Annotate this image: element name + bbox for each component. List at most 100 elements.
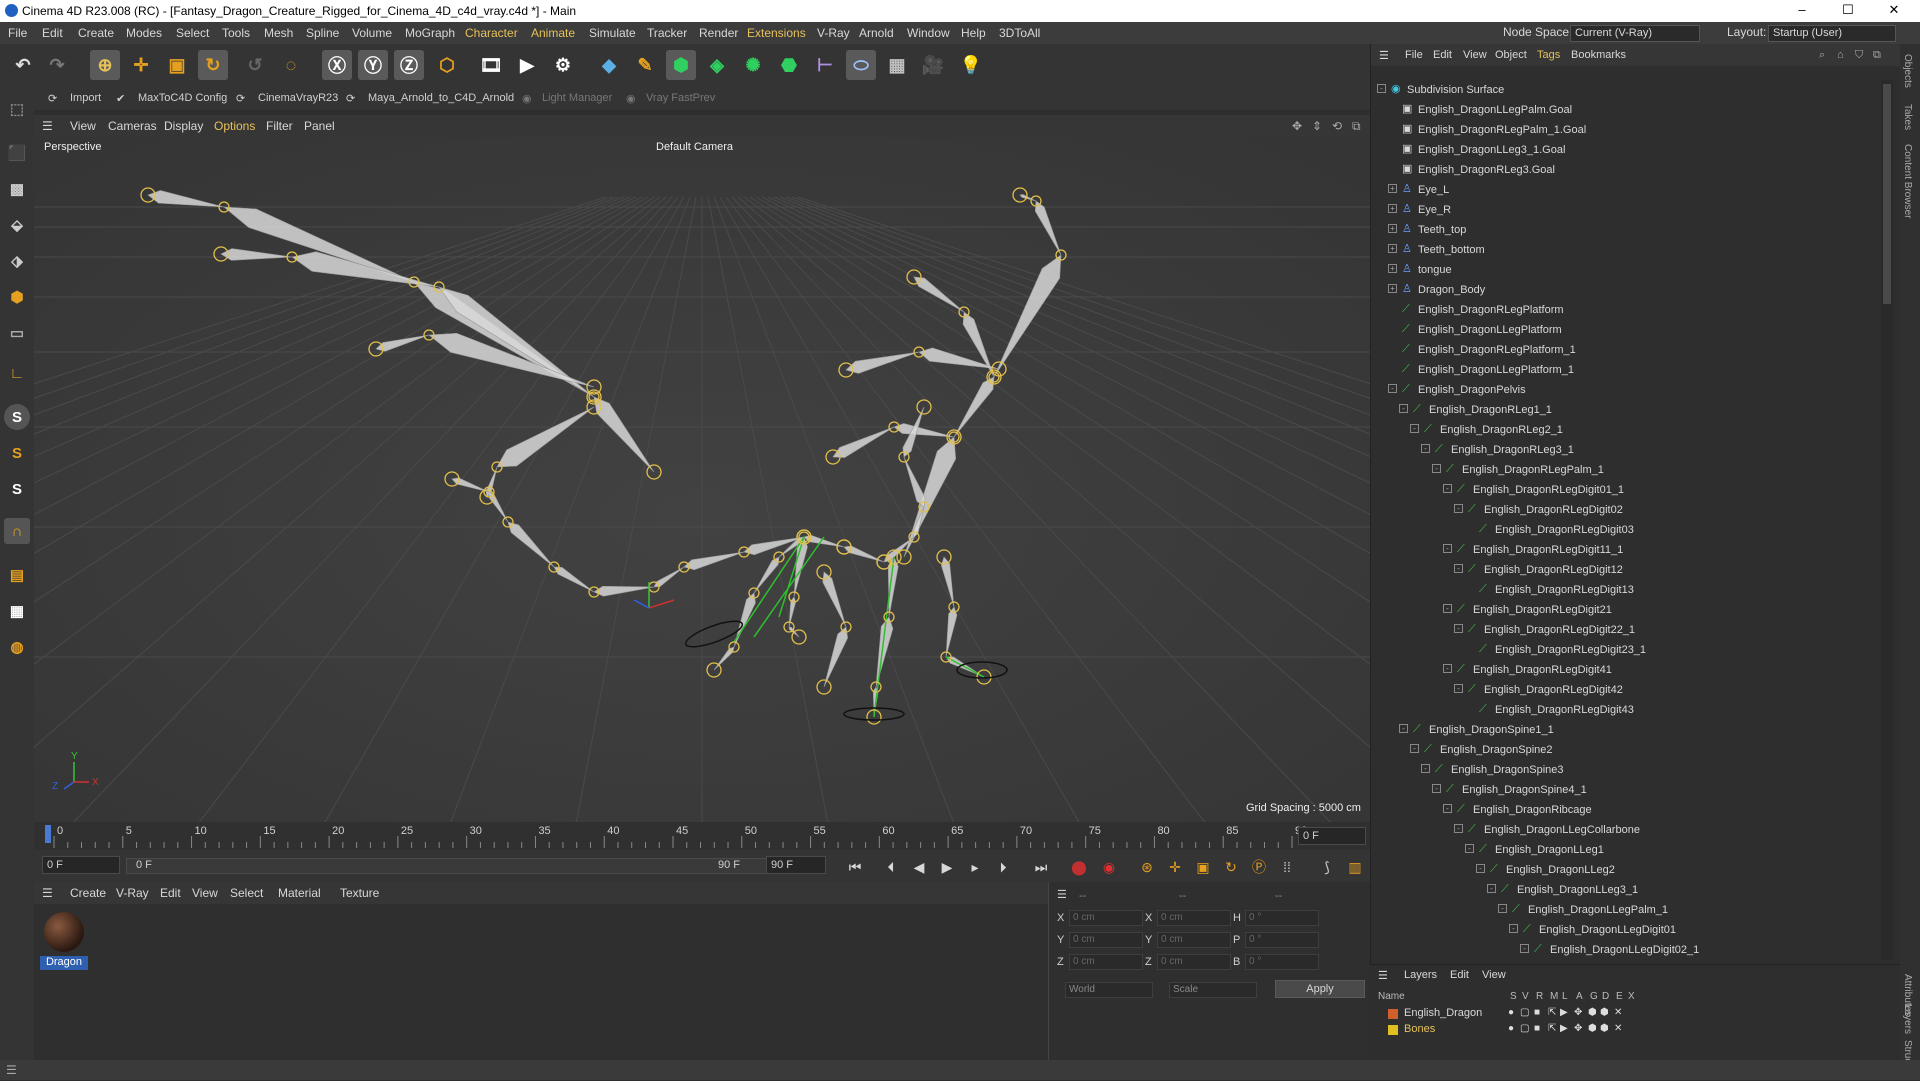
coord-value-field[interactable]: 0 cm: [1069, 910, 1143, 926]
collapse-icon[interactable]: -: [1454, 504, 1463, 513]
coord-mode-select[interactable]: World: [1065, 982, 1153, 998]
mat-menu-create[interactable]: Create: [70, 886, 106, 900]
layer-name[interactable]: English_Dragon: [1404, 1007, 1482, 1019]
layer-toggle-icon[interactable]: ▶: [1560, 1007, 1568, 1018]
layer-toggle-icon[interactable]: ✥: [1574, 1007, 1582, 1018]
layer-toggle-icon[interactable]: ⬢: [1588, 1023, 1597, 1034]
layer-toggle-icon[interactable]: ⇱: [1548, 1007, 1556, 1018]
deformer-icon[interactable]: ⬣: [774, 50, 804, 80]
subdivision-icon[interactable]: ⬢: [666, 50, 696, 80]
end-frame-field[interactable]: 90 F: [766, 856, 826, 874]
axis-mode-icon[interactable]: ∟: [4, 360, 30, 386]
undo-icon[interactable]: ↶: [8, 50, 38, 80]
collapse-icon[interactable]: -: [1443, 604, 1452, 613]
coord-value-field[interactable]: 0 °: [1245, 932, 1319, 948]
object-row[interactable]: ⟋ English_DragonLLegPlatform: [1371, 320, 1881, 340]
object-filter-icon[interactable]: ⛉: [1855, 49, 1863, 62]
plugin-cinemavray[interactable]: CinemaVrayR23: [258, 92, 338, 104]
object-search-icon[interactable]: ⌕: [1819, 49, 1825, 62]
coord-hamburger-icon[interactable]: ☰: [1057, 888, 1067, 901]
object-row[interactable]: - ⟋ English_DragonLLeg3_1: [1371, 880, 1881, 900]
plugin-import[interactable]: Import: [70, 92, 101, 104]
object-row[interactable]: - ⟋ English_DragonRLegDigit22_1: [1371, 620, 1881, 640]
start-frame-field[interactable]: 0 F: [42, 856, 120, 874]
object-row[interactable]: + ♙ Teeth_top: [1371, 220, 1881, 240]
viewport-maximize-icon[interactable]: ⧉: [1352, 119, 1361, 134]
move-tool-icon[interactable]: ✛: [126, 50, 156, 80]
playhead[interactable]: [45, 825, 51, 843]
object-row[interactable]: - ⟋ English_DragonRLegDigit02: [1371, 500, 1881, 520]
collapse-icon[interactable]: -: [1520, 944, 1529, 953]
locked-workplane-icon[interactable]: ◍: [4, 634, 30, 660]
spline-pen-icon[interactable]: ✎: [630, 50, 660, 80]
floor-icon[interactable]: ▦: [882, 50, 912, 80]
layer-color-swatch[interactable]: [1388, 1025, 1398, 1035]
apply-button[interactable]: Apply: [1275, 980, 1365, 998]
vp-menu-panel[interactable]: Panel: [304, 119, 335, 133]
field-icon[interactable]: ⊢: [810, 50, 840, 80]
object-row[interactable]: ▣ English_DragonLLeg3_1.Goal: [1371, 140, 1881, 160]
vp-menu-options[interactable]: Options: [214, 119, 255, 133]
object-row[interactable]: - ⟋ English_DragonSpine3: [1371, 760, 1881, 780]
plugin-vray-fastprev[interactable]: Vray FastPrev: [646, 92, 715, 104]
viewport-rotate-icon[interactable]: ⟲: [1332, 119, 1342, 133]
menu-modes[interactable]: Modes: [126, 26, 162, 40]
collapse-icon[interactable]: -: [1421, 444, 1430, 453]
plugin-light-manager-icon[interactable]: ◉: [522, 92, 532, 105]
object-row[interactable]: - ⟋ English_DragonRLegDigit11_1: [1371, 540, 1881, 560]
object-row[interactable]: ⟋ English_DragonRLegDigit43: [1371, 700, 1881, 720]
collapse-icon[interactable]: -: [1476, 864, 1485, 873]
expand-icon[interactable]: +: [1388, 224, 1397, 233]
collapse-icon[interactable]: -: [1432, 464, 1441, 473]
layer-toggle-icon[interactable]: ✕: [1614, 1023, 1622, 1034]
menu-spline[interactable]: Spline: [306, 26, 339, 40]
plugin-maya-arnold[interactable]: Maya_Arnold_to_C4D_Arnold: [368, 92, 514, 104]
key-scale-icon[interactable]: ▣: [1192, 856, 1214, 878]
mat-menu-edit[interactable]: Edit: [160, 886, 181, 900]
menu-animate[interactable]: Animate: [531, 26, 575, 40]
obj-menu-edit[interactable]: Edit: [1433, 49, 1452, 61]
object-row[interactable]: - ⟋ English_DragonRLeg3_1: [1371, 440, 1881, 460]
layer-menu-edit[interactable]: Edit: [1450, 969, 1469, 981]
material-name[interactable]: Dragon: [40, 956, 88, 970]
viewport-hamburger-icon[interactable]: ☰: [42, 119, 53, 133]
next-key-icon[interactable]: ⏵: [992, 856, 1014, 878]
layer-toggle-icon[interactable]: ⬢: [1588, 1007, 1597, 1018]
object-row[interactable]: + ♙ Dragon_Body: [1371, 280, 1881, 300]
scene-icon[interactable]: ⬭: [846, 50, 876, 80]
key-rotation-icon[interactable]: ↻: [1220, 856, 1242, 878]
obj-menu-bookmarks[interactable]: Bookmarks: [1571, 49, 1626, 61]
menu-arnold[interactable]: Arnold: [859, 26, 894, 40]
expand-icon[interactable]: +: [1388, 184, 1397, 193]
object-row[interactable]: ▣ English_DragonRLegPalm_1.Goal: [1371, 120, 1881, 140]
plugin-vray-fastprev-icon[interactable]: ◉: [626, 92, 636, 105]
rotate-tool-icon[interactable]: ↻: [198, 50, 228, 80]
layer-menu-view[interactable]: View: [1482, 969, 1506, 981]
motion-mode-icon[interactable]: ⟆: [1316, 856, 1338, 878]
coord-value-field[interactable]: 0 cm: [1157, 954, 1231, 970]
close-button[interactable]: ✕: [1874, 2, 1914, 18]
mograph-cloner-icon[interactable]: ✺: [738, 50, 768, 80]
collapse-icon[interactable]: -: [1454, 624, 1463, 633]
grid-icon[interactable]: ▦: [4, 598, 30, 624]
menu-simulate[interactable]: Simulate: [589, 26, 636, 40]
collapse-icon[interactable]: -: [1454, 824, 1463, 833]
object-row[interactable]: - ⟋ English_DragonSpine4_1: [1371, 780, 1881, 800]
snap-icon[interactable]: S: [4, 404, 30, 430]
menu-create[interactable]: Create: [78, 26, 114, 40]
next-frame-icon[interactable]: ▸: [964, 856, 986, 878]
menu-tools[interactable]: Tools: [222, 26, 250, 40]
menu-extensions[interactable]: Extensions: [747, 26, 806, 40]
collapse-icon[interactable]: -: [1465, 844, 1474, 853]
mat-menu-view[interactable]: View: [192, 886, 218, 900]
object-row[interactable]: ⟋ English_DragonRLegPlatform_1: [1371, 340, 1881, 360]
make-editable-icon[interactable]: ⬚: [4, 96, 30, 122]
render-settings-icon[interactable]: ⚙: [548, 50, 578, 80]
expand-icon[interactable]: +: [1388, 264, 1397, 273]
expand-icon[interactable]: +: [1388, 284, 1397, 293]
menu-window[interactable]: Window: [907, 26, 950, 40]
layer-toggle-icon[interactable]: ✕: [1614, 1007, 1622, 1018]
x-axis-lock-icon[interactable]: Ⓧ: [322, 50, 352, 80]
collapse-icon[interactable]: -: [1421, 764, 1430, 773]
live-selection-icon[interactable]: ◌: [276, 50, 306, 80]
